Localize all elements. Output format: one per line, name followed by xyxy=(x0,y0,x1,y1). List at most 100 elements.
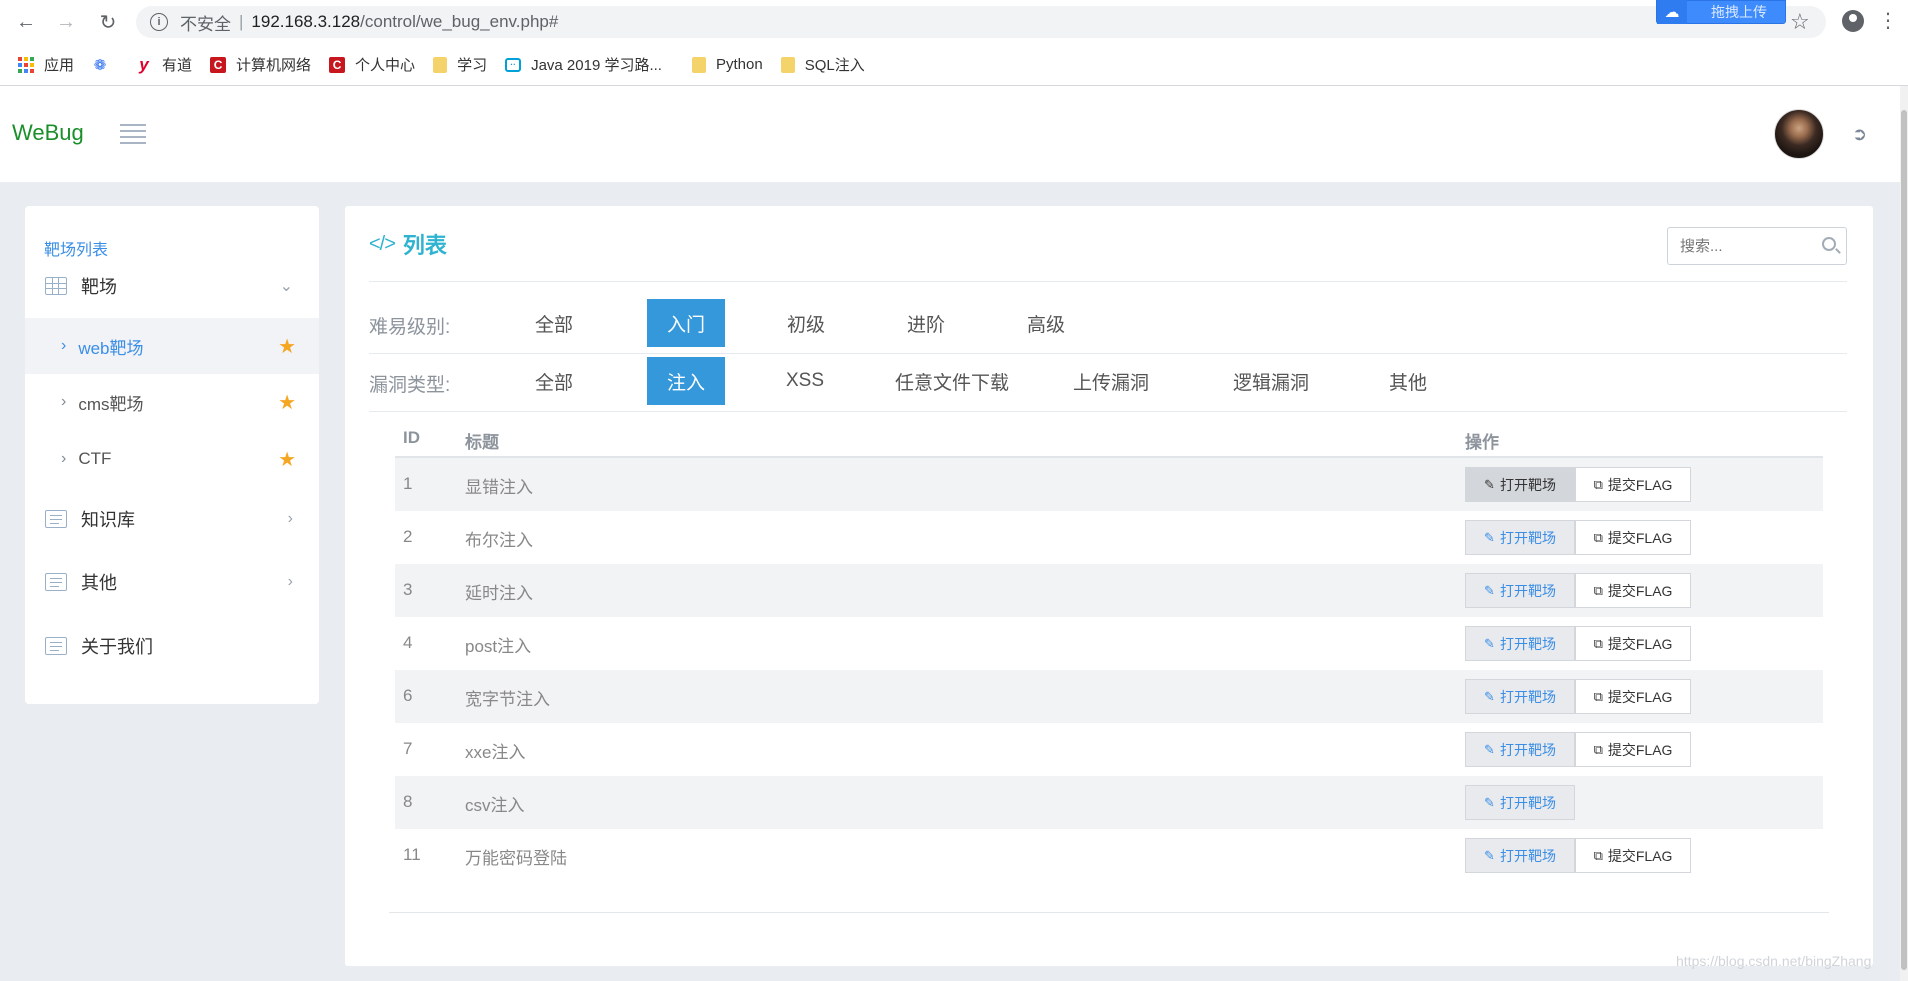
bookmark-network[interactable]: C 计算机网络 xyxy=(210,54,311,75)
page-scrollbar[interactable] xyxy=(1900,86,1908,981)
baidu-paw-icon: ❁ xyxy=(93,56,107,74)
open-range-button[interactable]: ✎ 打开靶场 xyxy=(1465,679,1575,714)
vuln-option-all[interactable]: 全部 xyxy=(515,357,593,405)
drag-upload-button[interactable]: ☁ 拖拽上传 xyxy=(1656,0,1786,24)
difficulty-option-advanced[interactable]: 进阶 xyxy=(887,299,965,347)
page-title-text: 列表 xyxy=(402,233,447,258)
difficulty-option-beginner[interactable]: 入门 xyxy=(647,299,725,347)
chevron-right-icon: › xyxy=(61,393,67,410)
bookmark-python[interactable]: Python xyxy=(691,56,763,73)
page: WeBug ➲ 靶场 列表 靶场 ⌄ › web靶场 ★ › cms靶场 ★ › … xyxy=(0,86,1908,981)
sidebar-subitem-cms[interactable]: › cms靶场 ★ xyxy=(25,374,319,430)
profile-icon[interactable] xyxy=(1842,10,1864,32)
logout-icon[interactable]: ➲ xyxy=(1852,124,1867,145)
vuln-option-logic[interactable]: 逻辑漏洞 xyxy=(1215,357,1327,405)
open-range-button[interactable]: ✎ 打开靶场 xyxy=(1465,838,1575,873)
difficulty-option-expert[interactable]: 高级 xyxy=(1007,299,1085,347)
difficulty-option-elementary[interactable]: 初级 xyxy=(767,299,845,347)
apps-grid-icon xyxy=(18,56,34,73)
copy-icon: ⧉ xyxy=(1593,582,1603,598)
bookmark-apps[interactable]: 应用 xyxy=(18,54,74,75)
address-bar[interactable]: i 不安全 | 192.168.3.128 /control/we_bug_en… xyxy=(136,6,1826,38)
row-title: xxe注入 xyxy=(465,743,526,762)
search-icon[interactable] xyxy=(1822,237,1836,251)
menu-toggle-icon[interactable] xyxy=(120,124,146,144)
row-id: 8 xyxy=(403,792,413,811)
open-range-button[interactable]: ✎ 打开靶场 xyxy=(1465,467,1575,502)
sidebar-subitem-ctf[interactable]: › CTF ★ xyxy=(25,431,319,487)
row-id: 1 xyxy=(403,474,413,493)
sidebar-item-about[interactable]: 关于我们 xyxy=(25,618,319,674)
submit-flag-button[interactable]: ⧉ 提交FLAG xyxy=(1575,679,1691,714)
sidebar-item-label: 关于我们 xyxy=(81,637,153,657)
forward-arrow-icon[interactable]: → xyxy=(52,8,80,36)
sidebar-item-knowledge[interactable]: 知识库 › xyxy=(25,491,319,547)
bookmark-java[interactable]: ·· Java 2019 学习路... xyxy=(505,54,662,75)
submit-flag-button[interactable]: ⧉ 提交FLAG xyxy=(1575,626,1691,661)
submit-flag-button[interactable]: ⧉ 提交FLAG xyxy=(1575,732,1691,767)
csdn-icon: C xyxy=(329,56,346,73)
sidebar-item-label: 靶场 xyxy=(81,277,117,297)
vuln-option-injection[interactable]: 注入 xyxy=(647,357,725,405)
bilibili-icon: ·· xyxy=(505,57,522,72)
bookmark-study[interactable]: 学习 xyxy=(433,54,487,75)
vuln-option-file-download[interactable]: 任意文件下载 xyxy=(877,357,1027,405)
open-range-button[interactable]: ✎ 打开靶场 xyxy=(1465,785,1575,820)
bookmark-personal-center[interactable]: C 个人中心 xyxy=(329,54,415,75)
search-input[interactable] xyxy=(1668,228,1818,264)
filter-label: 漏洞类型: xyxy=(369,375,451,396)
edit-icon: ✎ xyxy=(1484,794,1495,810)
sidebar-item-range[interactable]: 靶场 ⌄ xyxy=(25,258,319,314)
edit-icon: ✎ xyxy=(1484,529,1495,545)
row-id: 2 xyxy=(403,527,413,546)
submit-flag-button[interactable]: ⧉ 提交FLAG xyxy=(1575,520,1691,555)
app-logo[interactable]: WeBug xyxy=(12,120,84,146)
bookmarks-bar: 应用 ❁ y 有道 C 计算机网络 C 个人中心 学习 ·· Java 2019… xyxy=(0,44,1908,86)
table-row: 2 布尔注入 ✎ 打开靶场 ⧉ 提交FLAG xyxy=(395,511,1823,564)
back-arrow-icon[interactable]: ← xyxy=(12,8,40,36)
sidebar-subitem-label: CTF xyxy=(78,449,112,468)
bookmark-label: 应用 xyxy=(44,57,75,74)
vuln-option-xss[interactable]: XSS xyxy=(766,357,844,405)
browser-toolbar: ← → ↻ i 不安全 | 192.168.3.128 /control/we_… xyxy=(0,0,1908,44)
column-header-id: ID xyxy=(403,428,420,447)
open-range-button[interactable]: ✎ 打开靶场 xyxy=(1465,732,1575,767)
bookmark-star-icon[interactable]: ☆ xyxy=(1790,9,1810,35)
submit-flag-button[interactable]: ⧉ 提交FLAG xyxy=(1575,838,1691,873)
difficulty-filter: 难易级别: 全部 入门 初级 进阶 高级 xyxy=(369,299,1847,347)
url-path: /control/we_bug_env.php# xyxy=(360,12,559,31)
reload-icon[interactable]: ↻ xyxy=(94,8,122,36)
star-icon: ★ xyxy=(278,391,296,414)
bookmark-youdao[interactable]: y 有道 xyxy=(136,54,192,75)
more-menu-icon[interactable]: ⋮ xyxy=(1878,8,1898,33)
table-header: ID 标题 操作 xyxy=(395,418,1823,458)
vuln-option-other[interactable]: 其他 xyxy=(1369,357,1447,405)
user-avatar[interactable] xyxy=(1774,109,1824,159)
open-range-button[interactable]: ✎ 打开靶场 xyxy=(1465,520,1575,555)
scrollbar-thumb[interactable] xyxy=(1901,110,1907,970)
vuln-option-upload[interactable]: 上传漏洞 xyxy=(1055,357,1167,405)
open-range-label: 打开靶场 xyxy=(1499,847,1556,864)
edit-icon: ✎ xyxy=(1484,688,1495,704)
info-icon[interactable]: i xyxy=(150,13,168,31)
row-title: 延时注入 xyxy=(465,584,533,603)
submit-flag-button[interactable]: ⧉ 提交FLAG xyxy=(1575,573,1691,608)
drag-upload-label: 拖拽上传 xyxy=(1711,4,1767,20)
sidebar-subitem-web[interactable]: › web靶场 ★ xyxy=(25,318,319,374)
row-title: 显错注入 xyxy=(465,478,533,497)
submit-flag-button[interactable]: ⧉ 提交FLAG xyxy=(1575,467,1691,502)
open-range-button[interactable]: ✎ 打开靶场 xyxy=(1465,573,1575,608)
url-host: 192.168.3.128 xyxy=(251,12,361,31)
row-id: 6 xyxy=(403,686,413,705)
column-header-title: 标题 xyxy=(465,433,499,452)
chevron-right-icon: › xyxy=(287,510,293,527)
difficulty-option-all[interactable]: 全部 xyxy=(515,299,593,347)
row-title: csv注入 xyxy=(465,796,525,815)
csdn-icon: C xyxy=(210,56,227,73)
bookmark-sql-injection[interactable]: SQL注入 xyxy=(780,54,865,75)
row-id: 3 xyxy=(403,580,413,599)
open-range-label: 打开靶场 xyxy=(1499,741,1556,758)
bookmark-baidu[interactable]: ❁ xyxy=(92,56,118,74)
sidebar-item-other[interactable]: 其他 › xyxy=(25,554,319,610)
open-range-button[interactable]: ✎ 打开靶场 xyxy=(1465,626,1575,661)
